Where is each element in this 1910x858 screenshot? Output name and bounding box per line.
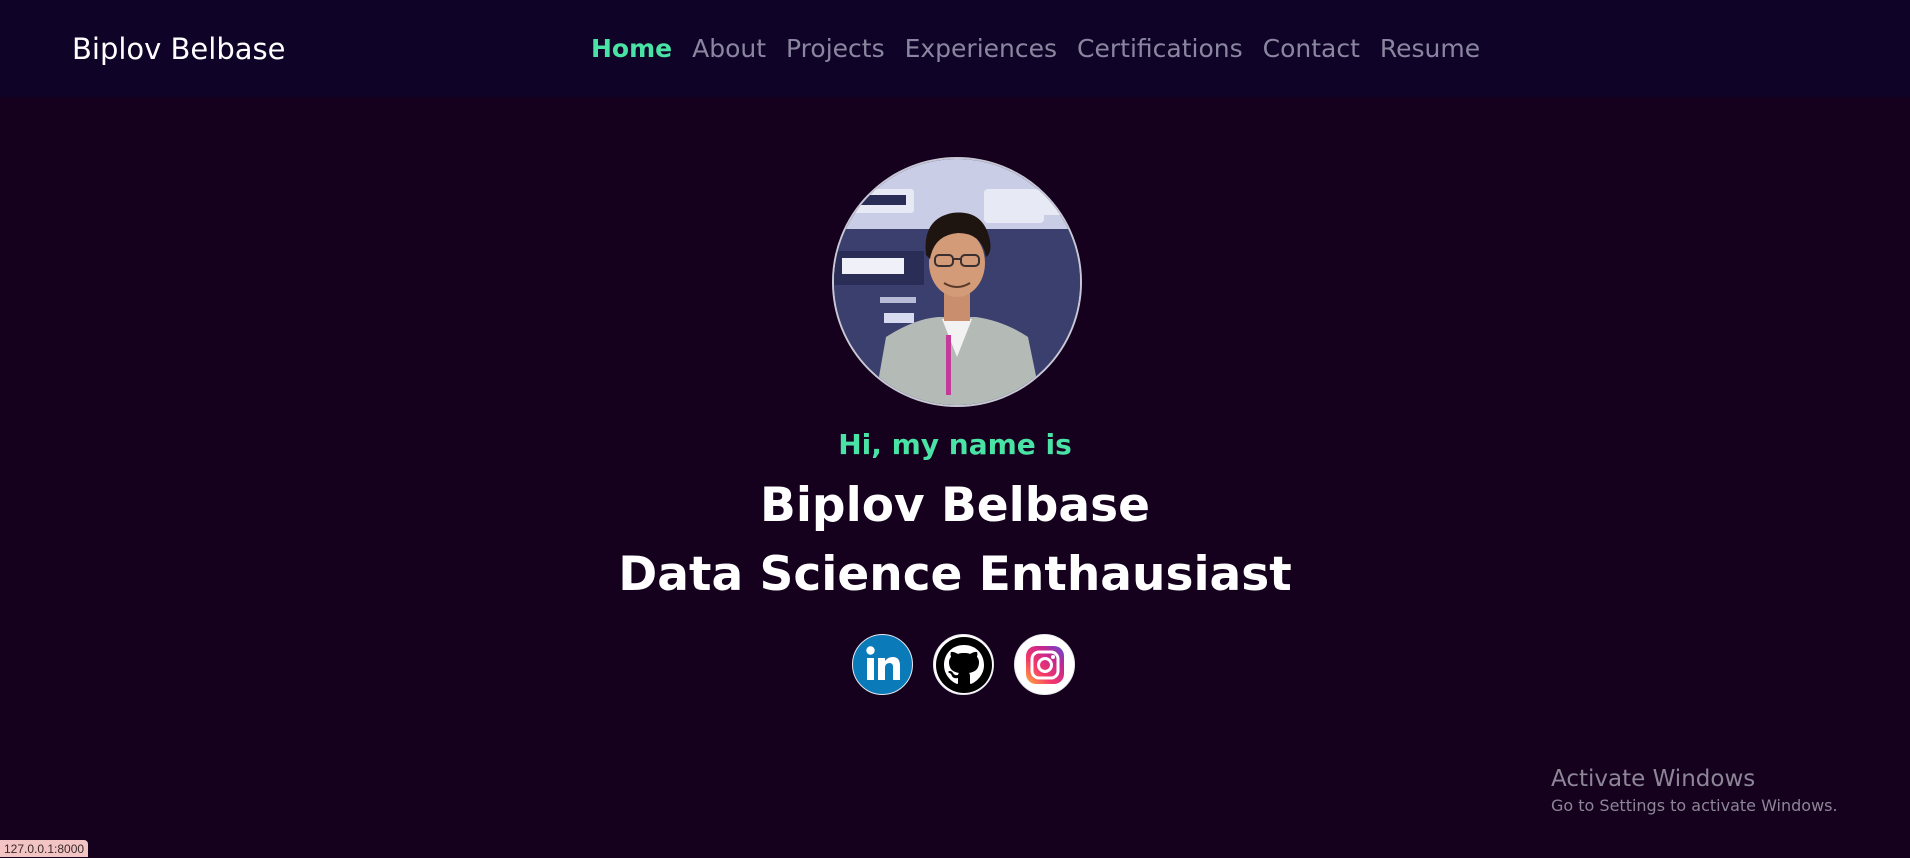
status-url: 127.0.0.1:8000 <box>0 840 89 857</box>
nav-link-experiences[interactable]: Experiences <box>905 29 1057 69</box>
brand-logo-text[interactable]: Biplov Belbase <box>72 29 285 69</box>
navbar: Biplov Belbase Home About Projects Exper… <box>0 0 1910 97</box>
github-icon <box>935 636 992 693</box>
nav-link-home[interactable]: Home <box>591 29 672 69</box>
windows-activation-watermark: Activate Windows Go to Settings to activ… <box>1551 763 1838 817</box>
nav-link-contact[interactable]: Contact <box>1263 29 1360 69</box>
hero-greeting: Hi, my name is <box>838 428 1072 461</box>
watermark-subtitle: Go to Settings to activate Windows. <box>1551 796 1838 815</box>
nav-link-projects[interactable]: Projects <box>786 29 885 69</box>
nav-link-certifications[interactable]: Certifications <box>1077 29 1243 69</box>
nav-link-about[interactable]: About <box>692 29 766 69</box>
linkedin-icon <box>865 645 900 680</box>
social-links <box>852 634 1075 695</box>
nav-links: Home About Projects Experiences Certific… <box>591 29 1480 69</box>
profile-photo-illustration <box>834 159 1080 405</box>
instagram-icon <box>1025 645 1064 684</box>
hero-role: Data Science Enthausiast <box>618 547 1292 602</box>
instagram-link[interactable] <box>1014 634 1075 695</box>
hero-name: Biplov Belbase <box>760 478 1150 533</box>
watermark-title: Activate Windows <box>1551 766 1756 792</box>
profile-photo <box>832 157 1082 407</box>
nav-link-resume[interactable]: Resume <box>1380 29 1480 69</box>
linkedin-link[interactable] <box>852 634 913 695</box>
github-link[interactable] <box>933 634 994 695</box>
